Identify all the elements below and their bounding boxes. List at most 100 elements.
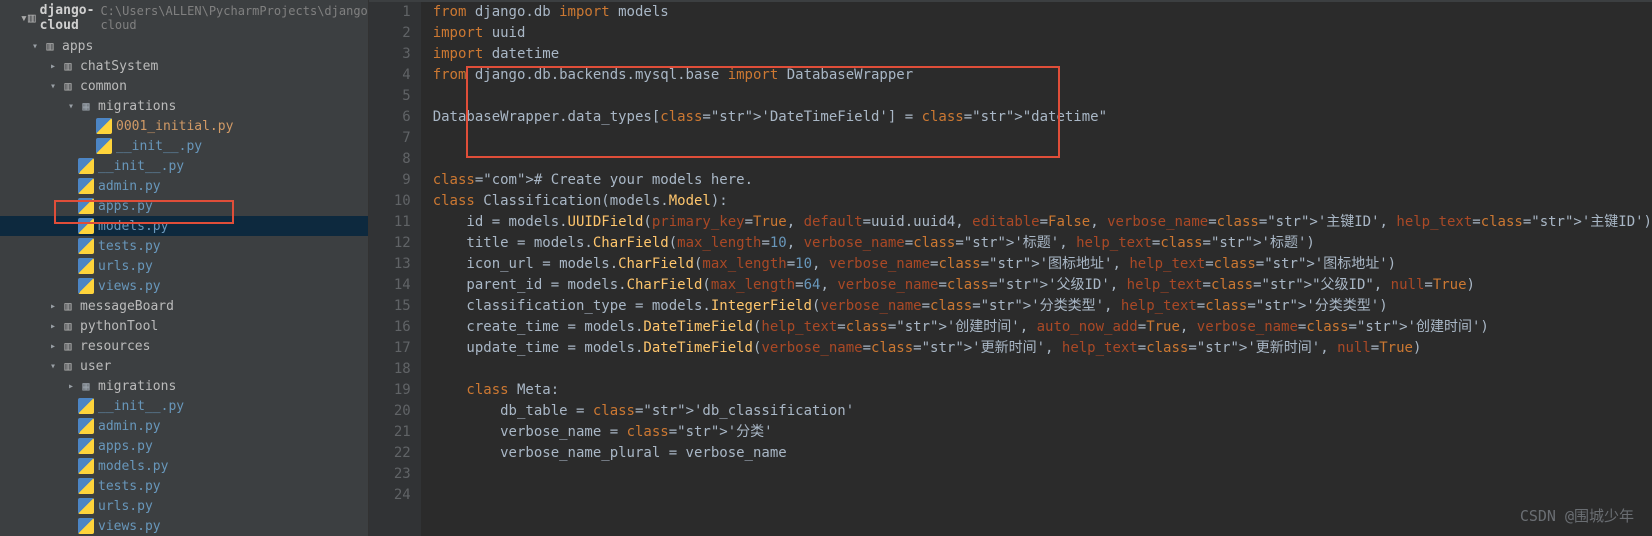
chevron-down-icon: ▾ bbox=[64, 101, 78, 112]
code-line[interactable]: verbose_name_plural = verbose_name bbox=[433, 443, 1652, 464]
line-number: 18 bbox=[369, 359, 411, 380]
python-file-icon bbox=[78, 158, 94, 174]
tree-item-apps-py[interactable]: apps.py bbox=[0, 436, 368, 456]
watermark-text: CSDN @围城少年 bbox=[1520, 505, 1634, 526]
tree-item-messageBoard[interactable]: ▸▥messageBoard bbox=[0, 296, 368, 316]
tree-item---init---py[interactable]: __init__.py bbox=[0, 136, 368, 156]
folder-icon: ▥ bbox=[60, 318, 76, 334]
code-line[interactable]: classification_type = models.IntegerFiel… bbox=[433, 296, 1652, 317]
tree-item-label: tests.py bbox=[98, 479, 161, 494]
tree-item-chatSystem[interactable]: ▸▥chatSystem bbox=[0, 56, 368, 76]
tree-item-label: migrations bbox=[98, 99, 176, 114]
code-line[interactable]: parent_id = models.CharField(max_length=… bbox=[433, 275, 1652, 296]
tree-item-user[interactable]: ▾▥user bbox=[0, 356, 368, 376]
line-gutter: 123456789101112131415161718192021222324 bbox=[369, 2, 421, 536]
tree-item-tests-py[interactable]: tests.py bbox=[0, 476, 368, 496]
line-number: 23 bbox=[369, 464, 411, 485]
tree-item-migrations[interactable]: ▾▦migrations bbox=[0, 96, 368, 116]
code-line[interactable]: update_time = models.DateTimeField(verbo… bbox=[433, 338, 1652, 359]
tree-item-label: views.py bbox=[98, 519, 161, 534]
code-line[interactable]: class Meta: bbox=[433, 380, 1652, 401]
code-area[interactable]: 123456789101112131415161718192021222324 … bbox=[369, 2, 1652, 536]
tree-item-label: __init__.py bbox=[98, 159, 184, 174]
tree-item-migrations[interactable]: ▸▦migrations bbox=[0, 376, 368, 396]
folder-icon: ▥ bbox=[28, 11, 36, 26]
tree-item-pythonTool[interactable]: ▸▥pythonTool bbox=[0, 316, 368, 336]
code-line[interactable]: title = models.CharField(max_length=10, … bbox=[433, 233, 1652, 254]
tree-item-apps[interactable]: ▾▥apps bbox=[0, 36, 368, 56]
code-line[interactable]: id = models.UUIDField(primary_key=True, … bbox=[433, 212, 1652, 233]
code-line[interactable] bbox=[433, 485, 1652, 506]
chevron-down-icon: ▾ bbox=[20, 11, 28, 26]
tree-item-label: common bbox=[80, 79, 127, 94]
line-number: 22 bbox=[369, 443, 411, 464]
tree-item-label: admin.py bbox=[98, 419, 161, 434]
code-line[interactable] bbox=[433, 359, 1652, 380]
tree-item---init---py[interactable]: __init__.py bbox=[0, 156, 368, 176]
code-line[interactable]: class="com"># Create your models here. bbox=[433, 170, 1652, 191]
python-file-icon bbox=[78, 238, 94, 254]
tree-item-label: admin.py bbox=[98, 179, 161, 194]
chevron-down-icon: ▾ bbox=[28, 41, 42, 52]
tree-item-urls-py[interactable]: urls.py bbox=[0, 256, 368, 276]
tree-item-resources[interactable]: ▸▥resources bbox=[0, 336, 368, 356]
tree-item-admin-py[interactable]: admin.py bbox=[0, 176, 368, 196]
project-path: C:\Users\ALLEN\PycharmProjects\django-cl… bbox=[100, 4, 368, 32]
code-line[interactable]: verbose_name = class="str">'分类' bbox=[433, 422, 1652, 443]
chevron-right-icon: ▸ bbox=[46, 341, 60, 352]
tree-item-views-py[interactable]: views.py bbox=[0, 276, 368, 296]
code-line[interactable] bbox=[433, 128, 1652, 149]
line-number: 15 bbox=[369, 296, 411, 317]
python-file-icon bbox=[78, 498, 94, 514]
project-root-row[interactable]: ▾ ▥ django-cloud C:\Users\ALLEN\PycharmP… bbox=[0, 0, 368, 36]
tree-item-label: urls.py bbox=[98, 499, 153, 514]
line-number: 5 bbox=[369, 86, 411, 107]
tree-item-models-py[interactable]: models.py bbox=[0, 216, 368, 236]
code-line[interactable]: import datetime bbox=[433, 44, 1652, 65]
tree-item-0001-initial-py[interactable]: 0001_initial.py bbox=[0, 116, 368, 136]
package-icon: ▦ bbox=[78, 378, 94, 394]
code-line[interactable]: from django.db import models bbox=[433, 2, 1652, 23]
code-line[interactable]: from django.db.backends.mysql.base impor… bbox=[433, 65, 1652, 86]
project-tree-panel: ▾ ▥ django-cloud C:\Users\ALLEN\PycharmP… bbox=[0, 0, 369, 536]
project-name: django-cloud bbox=[40, 3, 95, 33]
chevron-right-icon: ▸ bbox=[46, 61, 60, 72]
tree-item-models-py[interactable]: models.py bbox=[0, 456, 368, 476]
tree-item-label: migrations bbox=[98, 379, 176, 394]
tree-item-admin-py[interactable]: admin.py bbox=[0, 416, 368, 436]
tree-item-apps-py[interactable]: apps.py bbox=[0, 196, 368, 216]
python-file-icon bbox=[78, 438, 94, 454]
code-line[interactable]: create_time = models.DateTimeField(help_… bbox=[433, 317, 1652, 338]
tree-item-urls-py[interactable]: urls.py bbox=[0, 496, 368, 516]
code-content[interactable]: from django.db import modelsimport uuidi… bbox=[421, 2, 1652, 536]
code-line[interactable] bbox=[433, 464, 1652, 485]
code-line[interactable] bbox=[433, 86, 1652, 107]
python-file-icon bbox=[78, 198, 94, 214]
chevron-right-icon: ▸ bbox=[46, 321, 60, 332]
folder-icon: ▥ bbox=[60, 58, 76, 74]
line-number: 1 bbox=[369, 2, 411, 23]
tree-item-label: user bbox=[80, 359, 111, 374]
python-file-icon bbox=[78, 458, 94, 474]
line-number: 20 bbox=[369, 401, 411, 422]
python-file-icon bbox=[96, 138, 112, 154]
tree-item---init---py[interactable]: __init__.py bbox=[0, 396, 368, 416]
code-line[interactable]: db_table = class="str">'db_classificatio… bbox=[433, 401, 1652, 422]
python-file-icon bbox=[78, 518, 94, 534]
line-number: 10 bbox=[369, 191, 411, 212]
code-line[interactable]: DatabaseWrapper.data_types[class="str">'… bbox=[433, 107, 1652, 128]
code-line[interactable]: class Classification(models.Model): bbox=[433, 191, 1652, 212]
code-line[interactable]: icon_url = models.CharField(max_length=1… bbox=[433, 254, 1652, 275]
tree-item-views-py[interactable]: views.py bbox=[0, 516, 368, 536]
line-number: 12 bbox=[369, 233, 411, 254]
tree-item-common[interactable]: ▾▥common bbox=[0, 76, 368, 96]
code-line[interactable] bbox=[433, 149, 1652, 170]
tree-item-label: apps bbox=[62, 39, 93, 54]
tree-item-label: views.py bbox=[98, 279, 161, 294]
line-number: 19 bbox=[369, 380, 411, 401]
python-file-icon bbox=[78, 258, 94, 274]
tree-item-tests-py[interactable]: tests.py bbox=[0, 236, 368, 256]
code-line[interactable]: import uuid bbox=[433, 23, 1652, 44]
tree-item-label: messageBoard bbox=[80, 299, 174, 314]
line-number: 13 bbox=[369, 254, 411, 275]
